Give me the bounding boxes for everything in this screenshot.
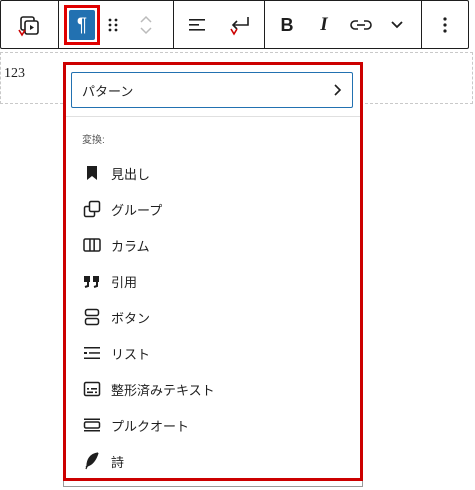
line-break-button[interactable]	[221, 6, 257, 44]
menu-item-list[interactable]: リスト	[66, 335, 360, 371]
menu-item-label: グループ	[111, 202, 163, 218]
chevron-right-icon	[332, 83, 342, 97]
paragraph-block-text[interactable]: 123	[4, 66, 25, 82]
block-switcher-button[interactable]: ¶	[64, 5, 100, 45]
more-formatting-button[interactable]	[383, 6, 411, 44]
menu-item-label: 引用	[111, 274, 138, 290]
more-vertical-icon	[442, 16, 448, 34]
bold-button[interactable]: B	[272, 6, 302, 44]
chevron-down-icon	[390, 20, 404, 30]
transform-section-label: 変換:	[82, 135, 105, 146]
menu-item-heading[interactable]: 見出し	[66, 155, 360, 191]
menu-item-label: カラム	[111, 238, 150, 254]
menu-item-preformatted[interactable]: 整形済みテキスト	[66, 371, 360, 407]
menu-item-label: リスト	[111, 346, 151, 362]
menu-item-label: 見出し	[111, 166, 151, 182]
verse-icon	[82, 451, 102, 471]
menu-item-columns[interactable]: カラム	[66, 227, 360, 263]
quote-icon	[82, 271, 102, 291]
align-left-icon	[187, 16, 207, 34]
patterns-label: パターン	[82, 83, 134, 99]
drag-handle[interactable]	[103, 6, 123, 44]
move-buttons	[131, 6, 161, 44]
buttons-icon	[82, 307, 102, 327]
menu-item-verse[interactable]: 詩	[66, 443, 360, 479]
italic-icon: I	[320, 14, 328, 35]
return-icon	[226, 12, 252, 38]
drag-icon	[107, 17, 119, 33]
menu-item-quote[interactable]: 引用	[66, 263, 360, 299]
align-button[interactable]	[181, 6, 213, 44]
menu-item-label: 整形済みテキスト	[111, 382, 215, 398]
menu-item-buttons[interactable]: ボタン	[66, 299, 360, 335]
options-button[interactable]	[429, 6, 461, 44]
group-icon	[82, 199, 102, 219]
bold-icon: B	[280, 14, 294, 35]
columns-icon	[82, 235, 102, 255]
list-icon	[82, 343, 102, 363]
patterns-button[interactable]: パターン	[71, 72, 353, 108]
bookmark-icon	[82, 163, 102, 183]
duplicate-icon	[16, 12, 42, 38]
move-up-icon[interactable]	[138, 13, 154, 25]
menu-item-pullquote[interactable]: プルクオート	[66, 407, 360, 443]
move-down-icon[interactable]	[138, 25, 154, 37]
menu-item-label: ボタン	[111, 310, 151, 326]
popover-shadow-edge	[63, 481, 363, 487]
preformatted-icon	[82, 379, 102, 399]
menu-item-label: プルクオート	[111, 418, 190, 434]
pullquote-icon	[82, 415, 102, 435]
link-button[interactable]	[345, 6, 377, 44]
block-switcher-popover: パターン 変換: 見出し グループ カラム 引用 ボタン リスト 整形済みテキス…	[63, 62, 363, 481]
menu-item-label: 詩	[111, 454, 125, 470]
select-parent-button[interactable]	[9, 6, 49, 44]
paragraph-icon: ¶	[69, 10, 95, 40]
italic-button[interactable]: I	[309, 6, 339, 44]
transform-menu: 見出し グループ カラム 引用 ボタン リスト 整形済みテキスト プルクオート …	[66, 155, 360, 479]
link-icon	[350, 18, 372, 32]
popover-divider	[66, 116, 360, 117]
menu-item-group[interactable]: グループ	[66, 191, 360, 227]
